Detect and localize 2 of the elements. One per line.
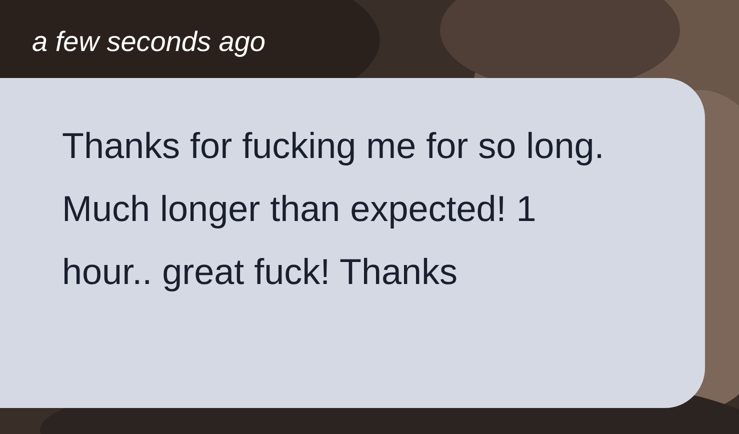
message-text: Thanks for fucking me for so long. Much longer than expected! 1 hour.. great fuck! Thanks bbox=[62, 124, 606, 294]
message-time: a few seconds ago bbox=[32, 25, 266, 59]
